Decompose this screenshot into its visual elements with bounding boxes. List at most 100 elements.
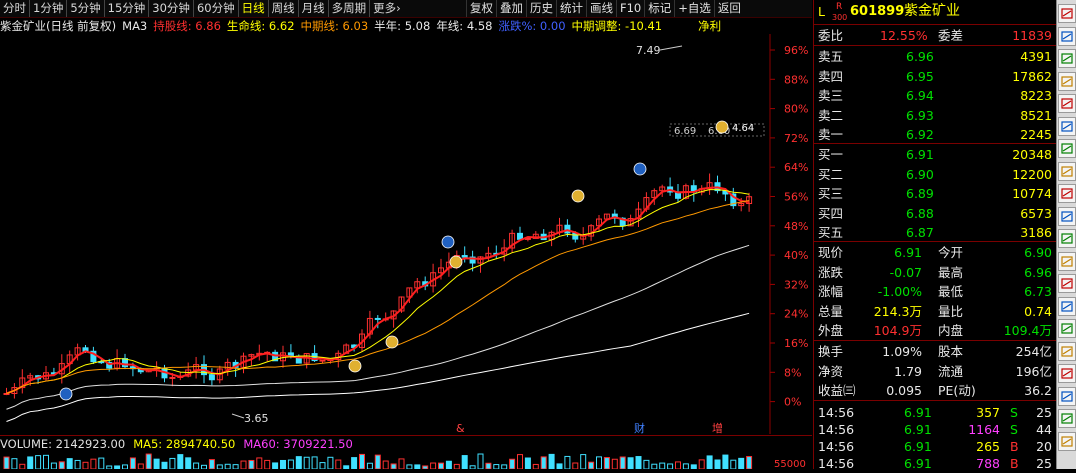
restore-right-button[interactable]: 复权 xyxy=(466,0,496,17)
bid-row[interactable]: 买四 6.88 6573 xyxy=(814,204,1056,223)
history-button[interactable]: 历史 xyxy=(526,0,556,17)
signal-badge-icon[interactable] xyxy=(449,255,463,269)
fund-value: 254亿 xyxy=(1015,344,1052,359)
signal-badge-icon[interactable] xyxy=(348,359,362,373)
volume-bar xyxy=(27,456,34,469)
ask-row[interactable]: 卖二 6.93 8521 xyxy=(814,106,1056,125)
signal-badge-icon[interactable] xyxy=(715,120,729,134)
statistics-button[interactable]: 统计 xyxy=(556,0,586,17)
rank-icon[interactable] xyxy=(1058,296,1076,316)
period-tab-60min[interactable]: 60分钟 xyxy=(192,0,238,17)
volume-bar xyxy=(445,460,452,469)
volume-bar xyxy=(611,458,618,469)
list-icon[interactable] xyxy=(1058,49,1076,68)
transaction-icon[interactable] xyxy=(1058,71,1076,91)
ma-label[interactable]: MA3 xyxy=(122,19,147,33)
kline-icon[interactable] xyxy=(1058,161,1076,181)
flow-icon[interactable] xyxy=(1058,341,1076,361)
quote-icon[interactable] xyxy=(1058,116,1076,136)
compare-icon[interactable] xyxy=(1058,184,1076,203)
trend-icon[interactable] xyxy=(1058,251,1076,271)
volume-axis-value: 55000 xyxy=(774,459,806,469)
more-icon[interactable] xyxy=(1058,431,1076,451)
chevron-right-icon: › xyxy=(396,1,401,15)
signal-badge-icon[interactable] xyxy=(571,189,585,203)
volume-bar xyxy=(493,464,500,469)
signal-badge-icon[interactable] xyxy=(385,335,399,349)
candle-body xyxy=(208,374,215,381)
overlay-button[interactable]: 叠加 xyxy=(496,0,526,17)
stat-row: 涨跌 -0.07 最高 6.96 xyxy=(814,263,1056,282)
period-tab-monthly[interactable]: 月线 xyxy=(297,0,328,17)
percent-tick: 56% xyxy=(784,191,808,204)
period-tab-15min[interactable]: 15分钟 xyxy=(103,0,149,17)
volume-bar xyxy=(90,458,97,469)
period-tab-multi[interactable]: 多周期 xyxy=(327,0,370,17)
fund-row: 收益㈢ 0.095 PE(动) 36.2 xyxy=(814,381,1056,400)
level-volume: 2245 xyxy=(1020,127,1052,142)
period-tab-fenshi[interactable]: 分时 xyxy=(0,0,29,17)
period-tab-daily[interactable]: 日线 xyxy=(237,0,268,17)
bid-row[interactable]: 买二 6.90 12200 xyxy=(814,165,1056,184)
volume-bar xyxy=(224,463,231,469)
table-icon[interactable] xyxy=(1058,26,1076,46)
volume-bar xyxy=(651,463,658,469)
ask-row[interactable]: 卖一 6.92 2245 xyxy=(814,125,1056,144)
fund-label: 换手 xyxy=(818,344,844,359)
fund-value: 1.79 xyxy=(894,363,922,379)
event-marker-finance[interactable]: 财 xyxy=(634,421,645,434)
index-icon[interactable] xyxy=(1058,319,1076,338)
level-label: 卖五 xyxy=(818,49,844,64)
signal-badge-icon[interactable] xyxy=(441,235,455,249)
period-tab-more[interactable]: 更多› xyxy=(369,0,404,17)
volume-bar xyxy=(738,457,745,469)
ask-row[interactable]: 卖五 6.96 4391 xyxy=(814,47,1056,66)
volume-bar xyxy=(366,462,373,469)
period-tab-5min[interactable]: 5分钟 xyxy=(66,0,103,17)
period-tab-1min[interactable]: 1分钟 xyxy=(29,0,66,17)
level-price: 6.89 xyxy=(906,186,934,201)
fund-icon[interactable] xyxy=(1058,364,1076,383)
mark-button[interactable]: 标记 xyxy=(644,0,674,17)
news-icon[interactable] xyxy=(1058,206,1076,226)
tick-time: 14:56 xyxy=(818,456,855,471)
volume-bar xyxy=(240,460,247,469)
hot-icon[interactable] xyxy=(1058,274,1076,293)
level-price: 6.87 xyxy=(906,225,934,240)
chart-icon[interactable] xyxy=(1058,4,1076,23)
bid-row[interactable]: 买三 6.89 10774 xyxy=(814,184,1056,203)
minute-icon[interactable] xyxy=(1058,139,1076,158)
period-tab-weekly[interactable]: 周线 xyxy=(267,0,298,17)
percent-tick: 48% xyxy=(784,220,808,233)
ask-row[interactable]: 卖三 6.94 8223 xyxy=(814,86,1056,105)
range-left-label: 6.69 xyxy=(674,126,696,137)
volume-bar xyxy=(477,453,484,469)
event-marker-1[interactable]: & xyxy=(456,422,465,434)
period-tab-30min[interactable]: 30分钟 xyxy=(148,0,193,17)
event-marker-increase[interactable]: 增 xyxy=(712,421,723,434)
volume-bar xyxy=(11,458,18,469)
jingli-label: 净利 xyxy=(698,19,722,33)
volume-bar xyxy=(193,462,200,469)
stat-label: 外盘 xyxy=(818,323,844,338)
signal-badge-icon[interactable] xyxy=(59,387,73,401)
volume-value: VOLUME: 2142923.00 xyxy=(0,437,126,451)
kline-chart[interactable]: 96% 88% 80% 72% 64% 56% 48% 40% 32% 24% 16% 8% 0% 7.… xyxy=(0,34,812,434)
f10-button[interactable]: F10 xyxy=(616,0,644,17)
finance-icon[interactable] xyxy=(1058,229,1076,248)
rsi-icon[interactable] xyxy=(1058,409,1076,428)
volume-ma60: MA60: 3709221.50 xyxy=(243,437,353,451)
add-favorite-button[interactable]: +自选 xyxy=(674,0,714,17)
ask-row[interactable]: 卖四 6.95 17862 xyxy=(814,67,1056,86)
dde-icon[interactable] xyxy=(1058,386,1076,406)
weicha-label: 委差 xyxy=(938,28,964,43)
back-button[interactable]: 返回 xyxy=(713,0,744,17)
draw-line-button[interactable]: 画线 xyxy=(586,0,616,17)
volume-bar xyxy=(66,458,73,469)
percent-tick: 80% xyxy=(784,103,808,116)
info-icon[interactable] xyxy=(1058,94,1076,113)
signal-badge-icon[interactable] xyxy=(633,162,647,176)
bid-row[interactable]: 买五 6.87 3186 xyxy=(814,223,1056,242)
bid-row[interactable]: 买一 6.91 20348 xyxy=(814,145,1056,164)
level-price: 6.95 xyxy=(906,68,934,84)
